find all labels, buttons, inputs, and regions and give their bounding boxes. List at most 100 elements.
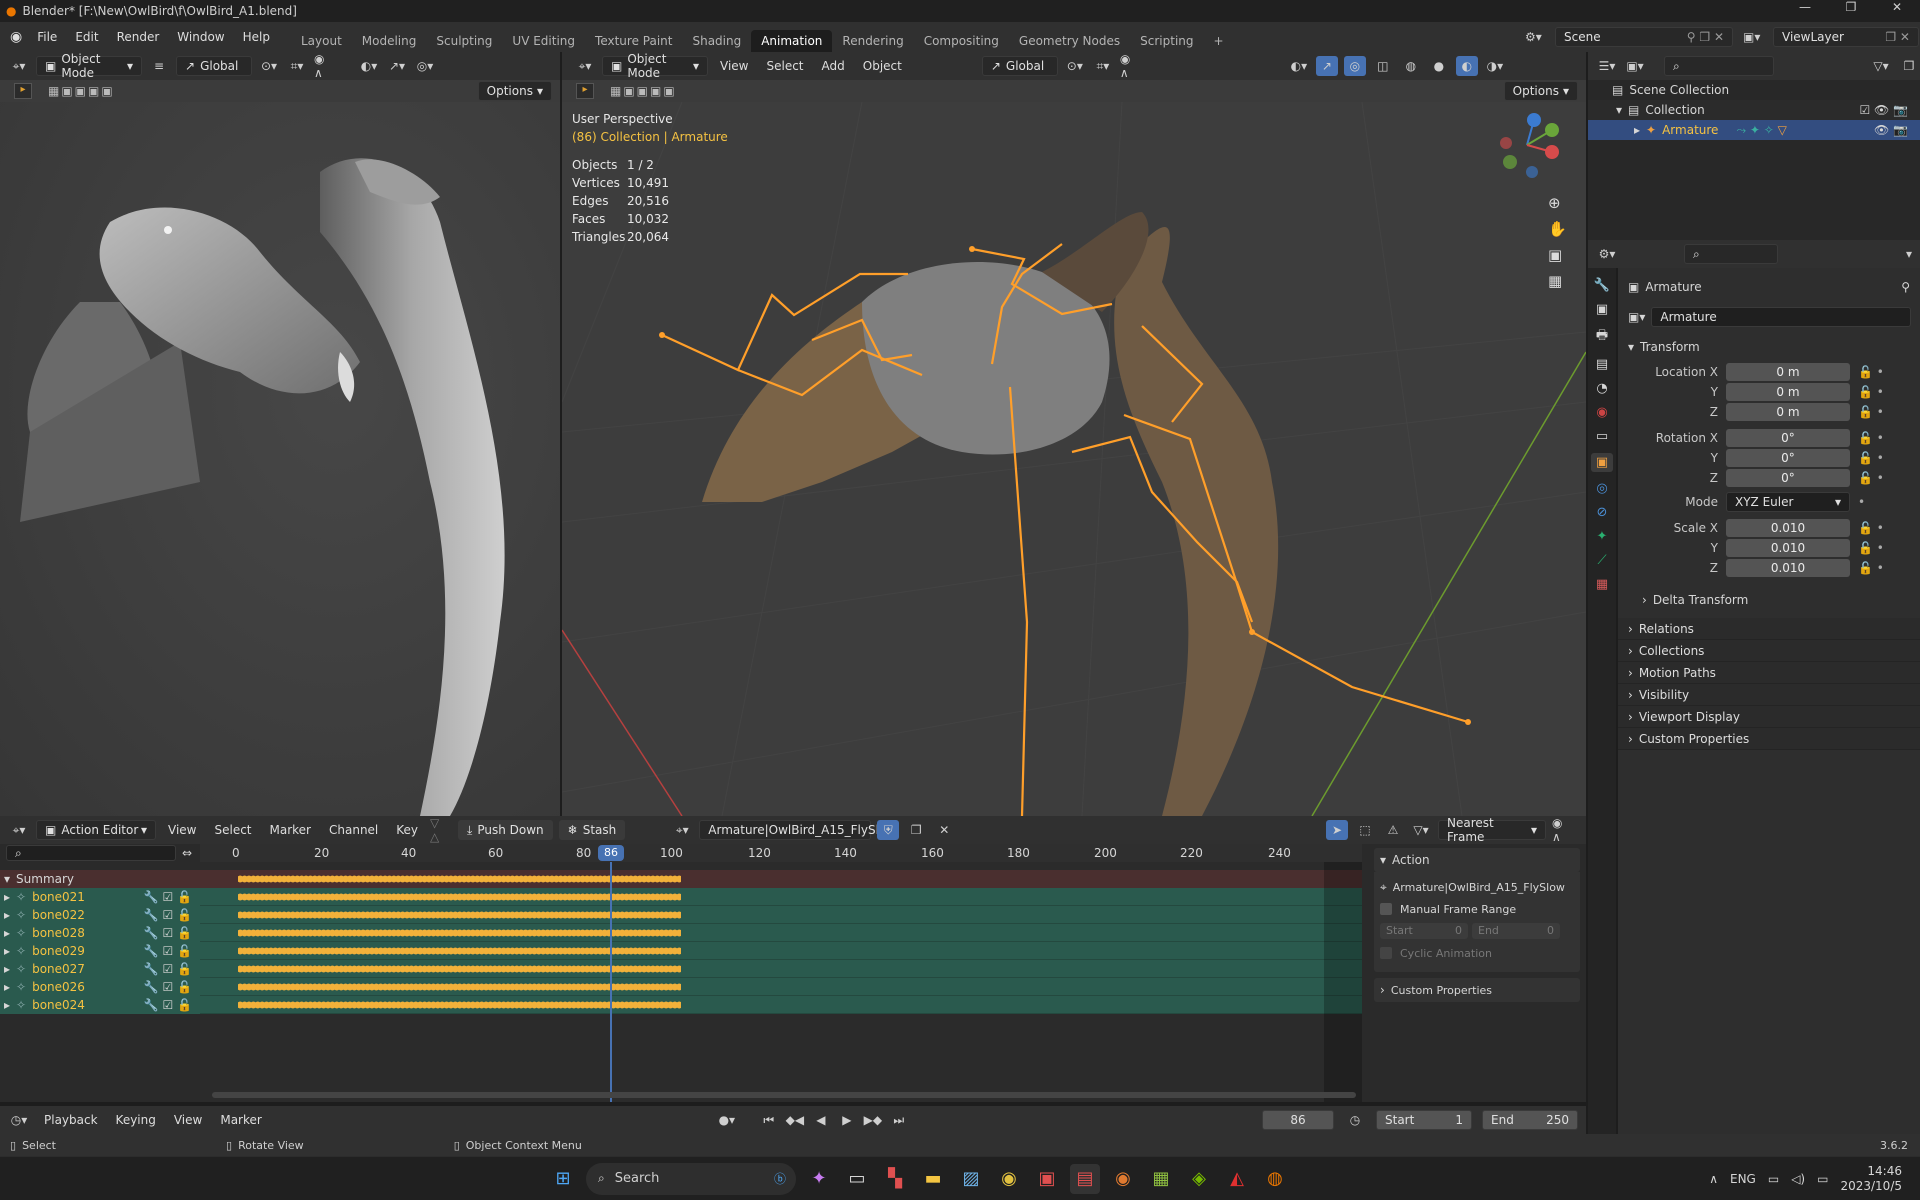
ae-menu-marker[interactable]: Marker [264, 816, 317, 844]
object-type-icon[interactable]: ▣▾ [1628, 310, 1645, 324]
lock-icon[interactable]: 🔓 • [1858, 561, 1884, 575]
scene-tab-icon[interactable]: ◔ [1596, 381, 1607, 396]
blender-menu-icon[interactable]: ◉ [0, 29, 28, 45]
current-frame-field[interactable]: 86 [1262, 1110, 1334, 1130]
channel-search[interactable]: ⌕ [6, 845, 176, 861]
proportional-icon[interactable]: ◉ ∧ [1120, 52, 1142, 80]
tray-chevron-icon[interactable]: ∧ [1709, 1172, 1718, 1186]
main-menu-add[interactable]: Add [816, 52, 851, 80]
app-red-icon[interactable]: ▣ [1032, 1164, 1062, 1194]
pin-icon[interactable]: ⚲ [1901, 280, 1910, 294]
expand-arrow-icon[interactable]: ▸ [1634, 123, 1640, 137]
only-selected-icon[interactable]: ➤ [1326, 820, 1348, 840]
scale-x-field[interactable]: 0.010 [1726, 519, 1850, 537]
modifier-tab-icon[interactable]: ◎ [1596, 481, 1607, 496]
acrobat-icon[interactable]: ◭ [1222, 1164, 1252, 1194]
channel-toggles[interactable]: 🔧 ☑ 🔓 [144, 944, 192, 958]
stash-button[interactable]: ❄ Stash [558, 820, 626, 840]
properties-search[interactable]: ⌕ [1684, 244, 1778, 264]
unlink-action-icon[interactable]: ✕ [933, 820, 955, 840]
visibility-icon[interactable]: ◐▾ [1288, 56, 1310, 76]
menu-render[interactable]: Render [108, 22, 169, 52]
filter-icon[interactable]: ▽▾ [1410, 820, 1432, 840]
play-icon[interactable]: ▶ [836, 1110, 858, 1130]
prev-keyframe-icon[interactable]: ◆◀ [784, 1110, 806, 1130]
main-menu-select[interactable]: Select [760, 52, 809, 80]
expand-arrow-icon[interactable]: ▾ [1616, 103, 1622, 117]
constraint-tab-icon[interactable]: ⊘ [1597, 505, 1608, 520]
tab-uv-editing[interactable]: UV Editing [502, 30, 585, 52]
widget-app-icon[interactable]: ▚ [880, 1164, 910, 1194]
ae-menu-select[interactable]: Select [208, 816, 257, 844]
tab-rendering[interactable]: Rendering [832, 30, 913, 52]
menu-keying[interactable]: Keying [112, 1106, 160, 1134]
outliner-search[interactable]: ⌕ [1664, 56, 1774, 76]
visibility-icon[interactable]: ◐▾ [358, 56, 380, 76]
rotation-y-field[interactable]: 0° [1726, 449, 1850, 467]
tab-compositing[interactable]: Compositing [914, 30, 1009, 52]
keyframes-bone028[interactable] [238, 928, 681, 938]
manual-range-checkbox[interactable] [1380, 903, 1392, 915]
push-down-button[interactable]: ⤓ Push Down [458, 820, 553, 840]
summary-channel[interactable]: ▾ Summary [0, 870, 200, 888]
grid-view-icon[interactable]: ▦ [1548, 272, 1567, 290]
solid-shading-icon[interactable]: ● [1428, 56, 1450, 76]
channel-toggles[interactable]: 🔧 ☑ 🔓 [144, 980, 192, 994]
channel-toggles[interactable]: 🔧 ☑ 🔓 [144, 962, 192, 976]
action-browse-icon[interactable]: ⌖▾ [671, 820, 693, 840]
left-options-button[interactable]: Options ▾ [477, 81, 552, 101]
photos-icon[interactable]: ▨ [956, 1164, 986, 1194]
view-layer-actions-icon[interactable]: ❐ ✕ [1885, 30, 1910, 44]
jump-start-icon[interactable]: ⏮ [758, 1110, 780, 1130]
transform-section-label[interactable]: Transform [1640, 340, 1700, 354]
playhead-line[interactable] [610, 862, 612, 1102]
menu-file[interactable]: File [28, 22, 66, 52]
lock-icon[interactable]: 🔓 • [1858, 541, 1884, 555]
ae-menu-key[interactable]: Key [390, 816, 424, 844]
channel-bone028[interactable]: ▸ ✧ bone028 🔧 ☑ 🔓 [0, 924, 200, 942]
object-tab-icon[interactable]: ▣ [1590, 453, 1614, 472]
rendered-shading-icon[interactable]: ◑▾ [1484, 56, 1506, 76]
show-hidden-icon[interactable]: ⬚ [1354, 820, 1376, 840]
section-relations[interactable]: › Relations [1618, 618, 1920, 640]
main-viewport[interactable]: User Perspective (86) Collection | Armat… [562, 102, 1586, 816]
proportional-icon[interactable]: ◉ ∧ [1552, 816, 1574, 844]
location-y-field[interactable]: 0 m [1726, 383, 1850, 401]
select-mode-icons[interactable]: ▦▣▣▣▣ [610, 84, 677, 98]
rotation-x-field[interactable]: 0° [1726, 429, 1850, 447]
view-layer-selector[interactable]: ViewLayer ❐ ✕ [1773, 27, 1919, 47]
channel-toggles[interactable]: 🔧 ☑ 🔓 [144, 890, 192, 904]
channel-bone024[interactable]: ▸ ✧ bone024 🔧 ☑ 🔓 [0, 996, 200, 1014]
menu-timeline-marker[interactable]: Marker [216, 1106, 265, 1134]
panel-custom-properties[interactable]: Custom Properties [1391, 984, 1492, 997]
keyframes-bone024[interactable] [238, 1000, 681, 1010]
editor-mode-selector[interactable]: ▣ Action Editor ▾ [36, 820, 156, 840]
scene-selector[interactable]: Scene ⚲ ❐ ✕ [1555, 27, 1733, 47]
properties-options-icon[interactable]: ▾ [1898, 244, 1920, 264]
collapse-arrow-icon[interactable]: › [1642, 593, 1647, 607]
taskbar-search[interactable]: ⌕ Search ⓑ [586, 1162, 796, 1195]
chrome-alt-icon[interactable]: ◉ [1108, 1164, 1138, 1194]
collection-tab-icon[interactable]: ▭ [1596, 429, 1608, 444]
filter-icon[interactable]: ▽▾ [1870, 56, 1892, 76]
network-icon[interactable]: ▭ [1768, 1172, 1779, 1186]
main-menu-object[interactable]: Object [857, 52, 908, 80]
editor-type-icon[interactable]: ⌖▾ [8, 56, 30, 76]
xray-icon[interactable]: ◫ [1372, 56, 1394, 76]
lock-icon[interactable]: 🔓 • [1858, 431, 1884, 445]
tab-geometry-nodes[interactable]: Geometry Nodes [1009, 30, 1130, 52]
channel-toggles[interactable]: 🔧 ☑ 🔓 [144, 998, 192, 1012]
keyframes-bone026[interactable] [238, 982, 681, 992]
dopesheet-editor-icon[interactable]: ⌖▾ [8, 820, 30, 840]
lock-icon[interactable]: 🔓 • [1858, 521, 1884, 535]
add-workspace-button[interactable]: + [1204, 30, 1234, 52]
armature-visibility-icons[interactable]: 👁 📷 [1874, 123, 1908, 137]
language-indicator[interactable]: ENG [1730, 1172, 1756, 1186]
overlay-icon[interactable]: ◎▾ [414, 56, 436, 76]
bone-tab-icon[interactable]: ⟋ [1597, 553, 1606, 568]
menu-playback[interactable]: Playback [40, 1106, 102, 1134]
collection-visibility-icons[interactable]: ☑ 👁 📷 [1859, 103, 1908, 117]
ae-menu-view[interactable]: View [162, 816, 202, 844]
main-options-button[interactable]: Options ▾ [1503, 81, 1578, 101]
end-frame-field[interactable]: End 250 [1482, 1110, 1578, 1130]
